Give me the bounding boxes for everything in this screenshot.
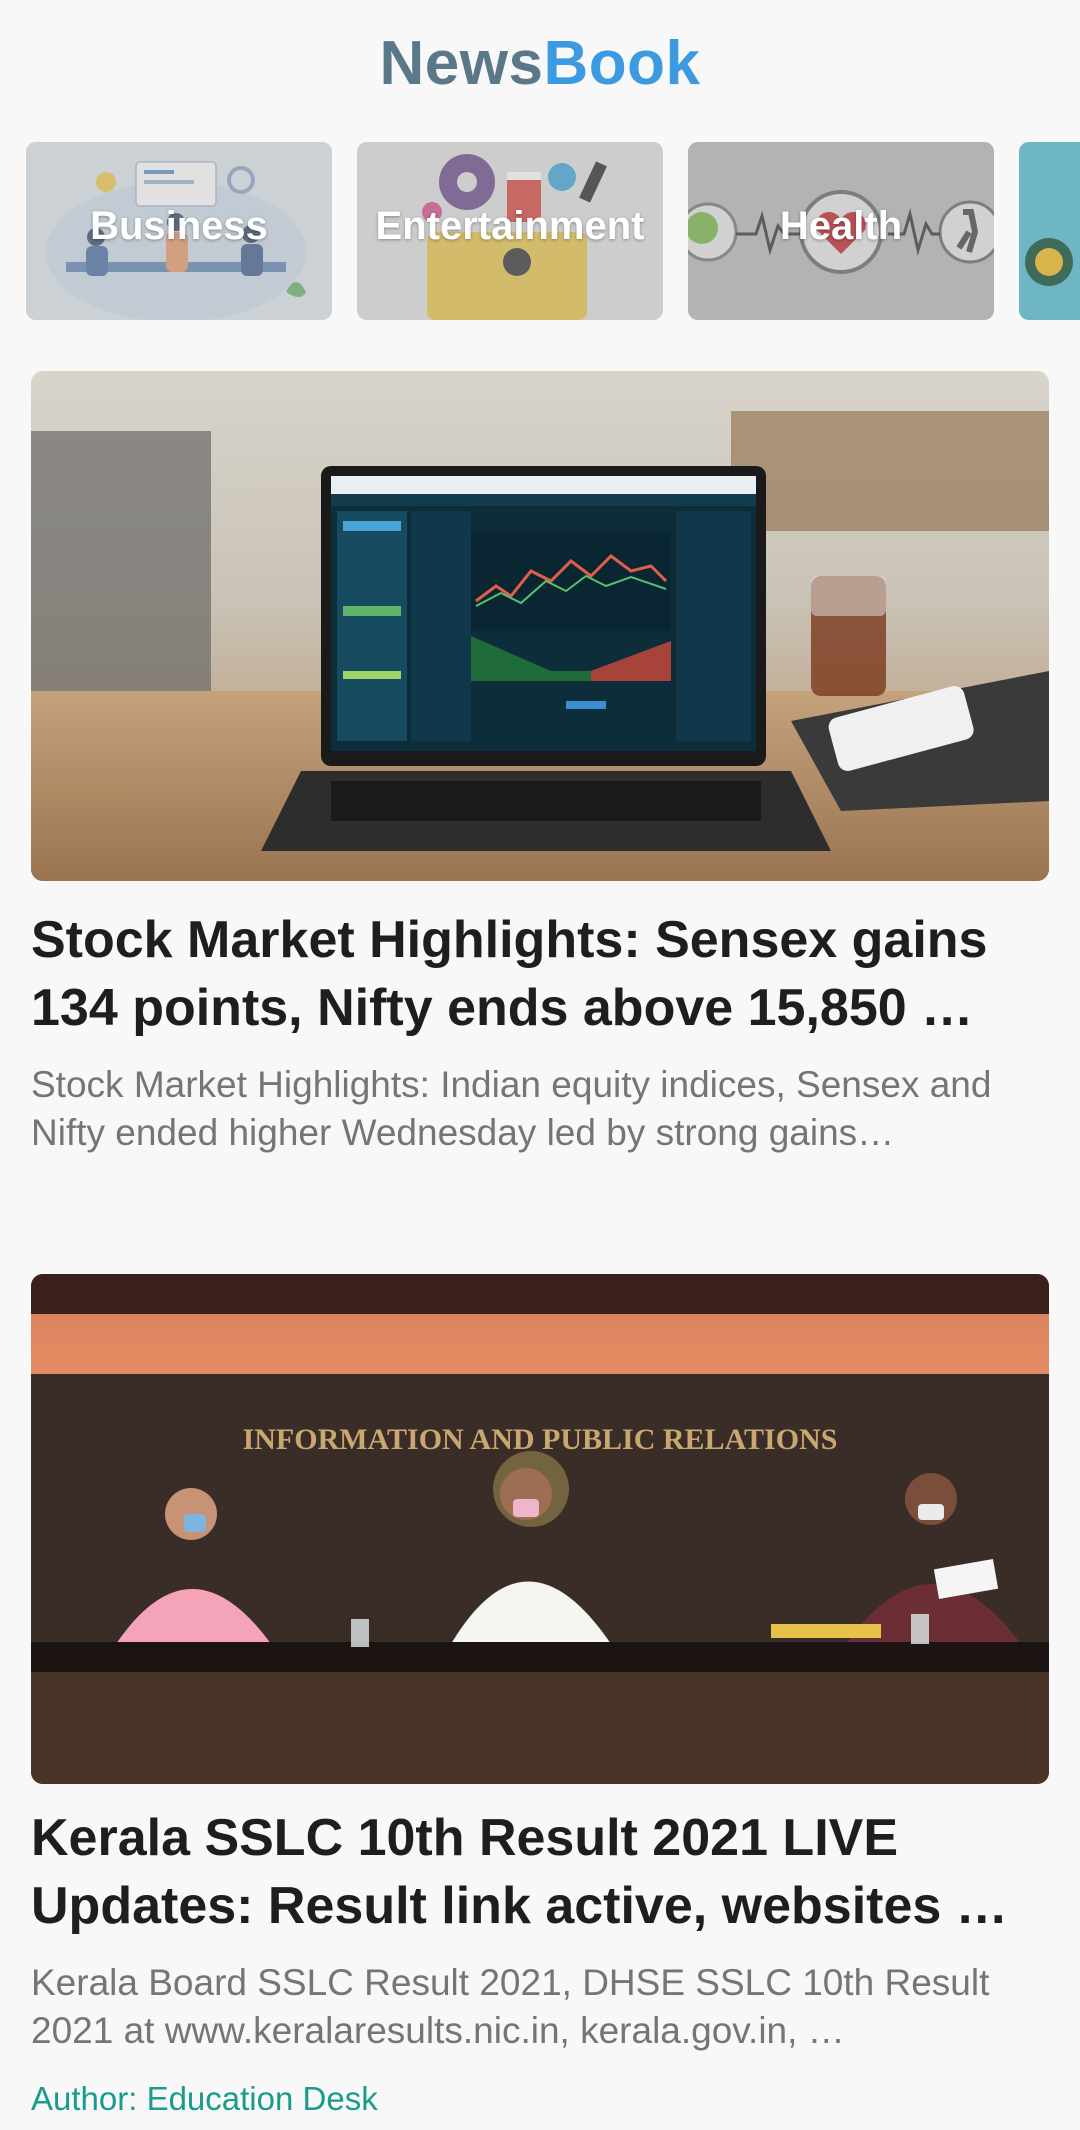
app-title-book: Book <box>543 29 701 98</box>
article-card-kerala-sslc[interactable]: INFORMATION AND PUBLIC RELATIONS Kerala … <box>31 1274 1049 2130</box>
wall-lettering: INFORMATION AND PUBLIC RELATIONS <box>243 1423 838 1456</box>
article-headline[interactable]: Stock Market Highlights: Sensex gains 13… <box>31 906 1049 1042</box>
category-card-partial[interactable] <box>1019 142 1080 320</box>
category-label-health: Health <box>779 204 903 248</box>
article-headline[interactable]: Kerala SSLC 10th Result 2021 LIVE Update… <box>31 1804 1049 1940</box>
category-card-business[interactable]: Business <box>26 142 332 320</box>
article-summary: Kerala Board SSLC Result 2021, DHSE SSLC… <box>31 1962 990 2051</box>
article-image-press-conference[interactable]: INFORMATION AND PUBLIC RELATIONS <box>31 1274 1049 1784</box>
category-card-health[interactable]: Health <box>688 142 994 320</box>
article-image-laptop[interactable] <box>31 371 1049 881</box>
category-label-business: Business <box>90 204 268 248</box>
laptop-stock-photo <box>31 371 1049 881</box>
app-title-news: News <box>379 29 544 98</box>
category-carousel[interactable]: Business Entertainment Health <box>26 142 1080 320</box>
category-label-entertainment: Entertainment <box>375 204 645 248</box>
article-summary: Stock Market Highlights: Indian equity i… <box>31 1064 992 1153</box>
category-card-entertainment[interactable]: Entertainment <box>357 142 663 320</box>
article-card-stock-market[interactable]: Stock Market Highlights: Sensex gains 13… <box>31 371 1049 1171</box>
category-illustration <box>1019 142 1080 320</box>
app-title: NewsBook <box>0 28 1080 99</box>
press-conference-photo: INFORMATION AND PUBLIC RELATIONS <box>31 1274 1049 1784</box>
article-author: Author: Education Desk <box>31 2080 378 2117</box>
